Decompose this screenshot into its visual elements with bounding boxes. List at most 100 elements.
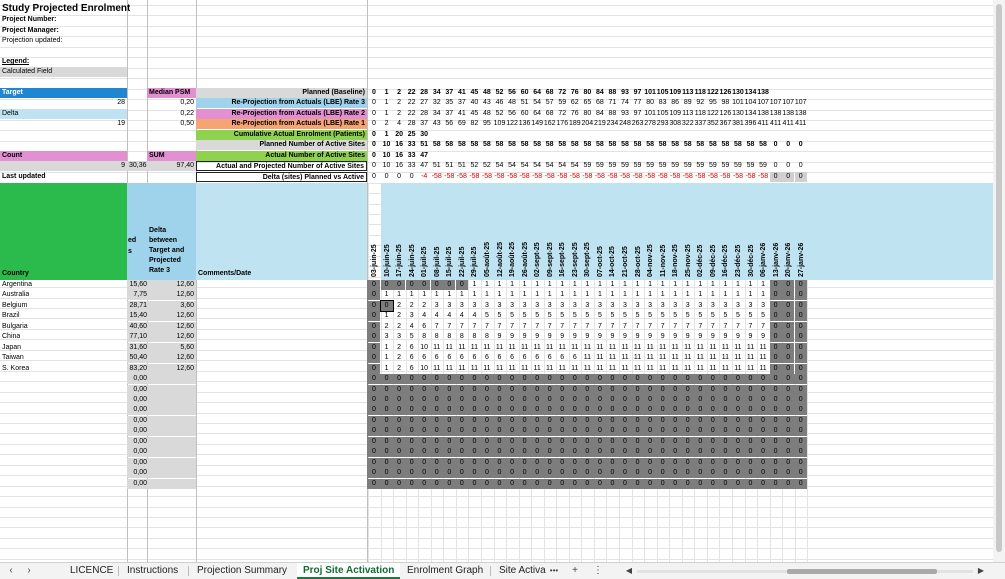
enrolment-cell[interactable]: 0 <box>430 280 443 290</box>
empty-row-cell[interactable]: 0 <box>606 405 618 415</box>
enrolment-cell[interactable]: 5 <box>757 311 769 321</box>
empty-row-cell[interactable]: 0 <box>632 416 644 426</box>
empty-row-cell[interactable]: 0 <box>694 385 706 395</box>
empty-row-cell[interactable]: 0 <box>443 479 455 489</box>
empty-row-cell[interactable]: 0 <box>581 395 593 405</box>
empty-row-cell[interactable]: 0 <box>431 447 443 457</box>
empty-row-cell[interactable]: 0 <box>632 405 644 415</box>
empty-row-cell[interactable]: 0 <box>770 374 782 384</box>
empty-row-cell[interactable]: 0 <box>456 458 468 468</box>
enrolment-cell[interactable]: 3 <box>745 301 757 311</box>
empty-row-cell[interactable]: 0 <box>468 405 480 415</box>
enrolment-cell[interactable]: 7 <box>619 322 631 332</box>
enrolment-cell[interactable]: 2 <box>393 311 405 321</box>
enrolment-cell[interactable]: 2 <box>393 322 405 332</box>
empty-row-cell[interactable]: 0 <box>732 479 744 489</box>
empty-row-cell[interactable]: 0 <box>393 405 405 415</box>
enrolment-cell[interactable]: 0 <box>794 322 807 332</box>
empty-row-cell[interactable]: 0 <box>531 395 543 405</box>
empty-row-cell[interactable]: 0 <box>745 416 757 426</box>
empty-row-cell[interactable]: 0 <box>707 374 719 384</box>
enrolment-cell[interactable]: 9 <box>556 332 568 342</box>
empty-row-cell[interactable]: 0 <box>770 426 782 436</box>
enrolment-cell[interactable]: 0 <box>443 280 456 290</box>
enrolment-cell[interactable]: 1 <box>707 280 719 290</box>
enrolment-cell[interactable]: 5 <box>606 311 618 321</box>
empty-row-cell[interactable]: 0 <box>644 385 656 395</box>
empty-row-cell[interactable]: 0 <box>632 395 644 405</box>
empty-row-cell[interactable]: 0 <box>594 385 606 395</box>
empty-row-cell[interactable]: 0 <box>406 437 418 447</box>
enrolment-cell[interactable]: 11 <box>707 364 719 374</box>
enrolment-cell[interactable]: 1 <box>644 280 656 290</box>
enrolment-cell[interactable]: 9 <box>519 332 531 342</box>
empty-row-cell[interactable]: 0 <box>682 374 694 384</box>
empty-row-cell[interactable]: 0 <box>795 479 807 489</box>
enrolment-cell[interactable]: 1 <box>381 290 393 300</box>
enrolment-cell[interactable]: 1 <box>657 280 669 290</box>
enrolment-cell[interactable]: 9 <box>619 332 631 342</box>
enrolment-cell[interactable]: 3 <box>531 301 543 311</box>
empty-row-cell[interactable]: 0 <box>381 479 393 489</box>
enrolment-cell[interactable]: 0 <box>794 301 807 311</box>
empty-row-cell[interactable]: 0 <box>770 447 782 457</box>
empty-row-cell[interactable]: 0 <box>619 385 631 395</box>
empty-row-cell[interactable]: 0 <box>519 426 531 436</box>
enrolment-cell[interactable]: 6 <box>556 353 568 363</box>
empty-row-cell[interactable]: 0 <box>619 395 631 405</box>
empty-row-cell[interactable]: 0 <box>644 416 656 426</box>
empty-row-cell[interactable]: 0 <box>494 405 506 415</box>
enrolment-cell[interactable]: 11 <box>619 364 631 374</box>
enrolment-cell[interactable]: 3 <box>644 301 656 311</box>
empty-row-cell[interactable]: 0 <box>644 458 656 468</box>
empty-row-cell[interactable]: 0 <box>381 426 393 436</box>
enrolment-cell[interactable]: 3 <box>443 301 455 311</box>
empty-row-cell[interactable]: 0 <box>368 416 380 426</box>
empty-row-cell[interactable]: 0 <box>644 447 656 457</box>
enrolment-cell[interactable]: 1 <box>393 290 405 300</box>
enrolment-cell[interactable]: 7 <box>481 322 493 332</box>
empty-row-cell[interactable]: 0 <box>757 374 769 384</box>
enrolment-cell[interactable]: 6 <box>406 343 418 353</box>
enrolment-cell[interactable]: 7 <box>544 322 556 332</box>
enrolment-cell[interactable]: 7 <box>657 322 669 332</box>
empty-row-cell[interactable]: 0 <box>732 395 744 405</box>
empty-row-cell[interactable]: 0 <box>381 416 393 426</box>
empty-row-cell[interactable]: 0 <box>707 468 719 478</box>
empty-row-cell[interactable]: 0 <box>456 426 468 436</box>
enrolment-cell[interactable]: 1 <box>406 290 418 300</box>
enrolment-cell[interactable]: 1 <box>569 290 581 300</box>
empty-row-cell[interactable]: 0 <box>606 426 618 436</box>
enrolment-cell[interactable]: 4 <box>418 311 430 321</box>
empty-row-cell[interactable]: 0 <box>732 426 744 436</box>
enrolment-cell[interactable]: 6 <box>506 353 518 363</box>
empty-row-cell[interactable]: 0 <box>669 405 681 415</box>
enrolment-cell[interactable]: 11 <box>632 343 644 353</box>
empty-row-cell[interactable]: 0 <box>506 447 518 457</box>
enrolment-cell[interactable]: 7 <box>745 322 757 332</box>
enrolment-cell[interactable]: 11 <box>431 364 443 374</box>
enrolment-cell[interactable]: 1 <box>481 280 493 290</box>
enrolment-cell[interactable]: 7 <box>707 322 719 332</box>
empty-row-cell[interactable]: 0 <box>682 395 694 405</box>
empty-row-cell[interactable]: 0 <box>682 416 694 426</box>
empty-row-cell[interactable]: 0 <box>757 437 769 447</box>
empty-row-cell[interactable]: 0 <box>443 405 455 415</box>
empty-row-cell[interactable]: 0 <box>431 458 443 468</box>
enrolment-cell[interactable]: 11 <box>481 343 493 353</box>
empty-row-cell[interactable]: 0 <box>682 479 694 489</box>
empty-row-cell[interactable]: 0 <box>406 395 418 405</box>
enrolment-cell[interactable]: 0 <box>782 290 795 300</box>
empty-row-cell[interactable]: 0 <box>606 374 618 384</box>
empty-row-cell[interactable]: 0 <box>770 468 782 478</box>
empty-row-cell[interactable]: 0 <box>381 447 393 457</box>
enrolment-cell[interactable]: 11 <box>569 343 581 353</box>
enrolment-cell[interactable]: 11 <box>719 353 731 363</box>
enrolment-cell[interactable]: 1 <box>581 280 593 290</box>
enrolment-cell[interactable]: 7 <box>468 322 480 332</box>
enrolment-cell[interactable]: 0 <box>368 301 380 311</box>
empty-row-cell[interactable]: 0 <box>544 437 556 447</box>
enrolment-cell[interactable]: 8 <box>418 332 430 342</box>
enrolment-cell[interactable]: 0 <box>794 343 807 353</box>
empty-row-cell[interactable]: 0 <box>556 416 568 426</box>
